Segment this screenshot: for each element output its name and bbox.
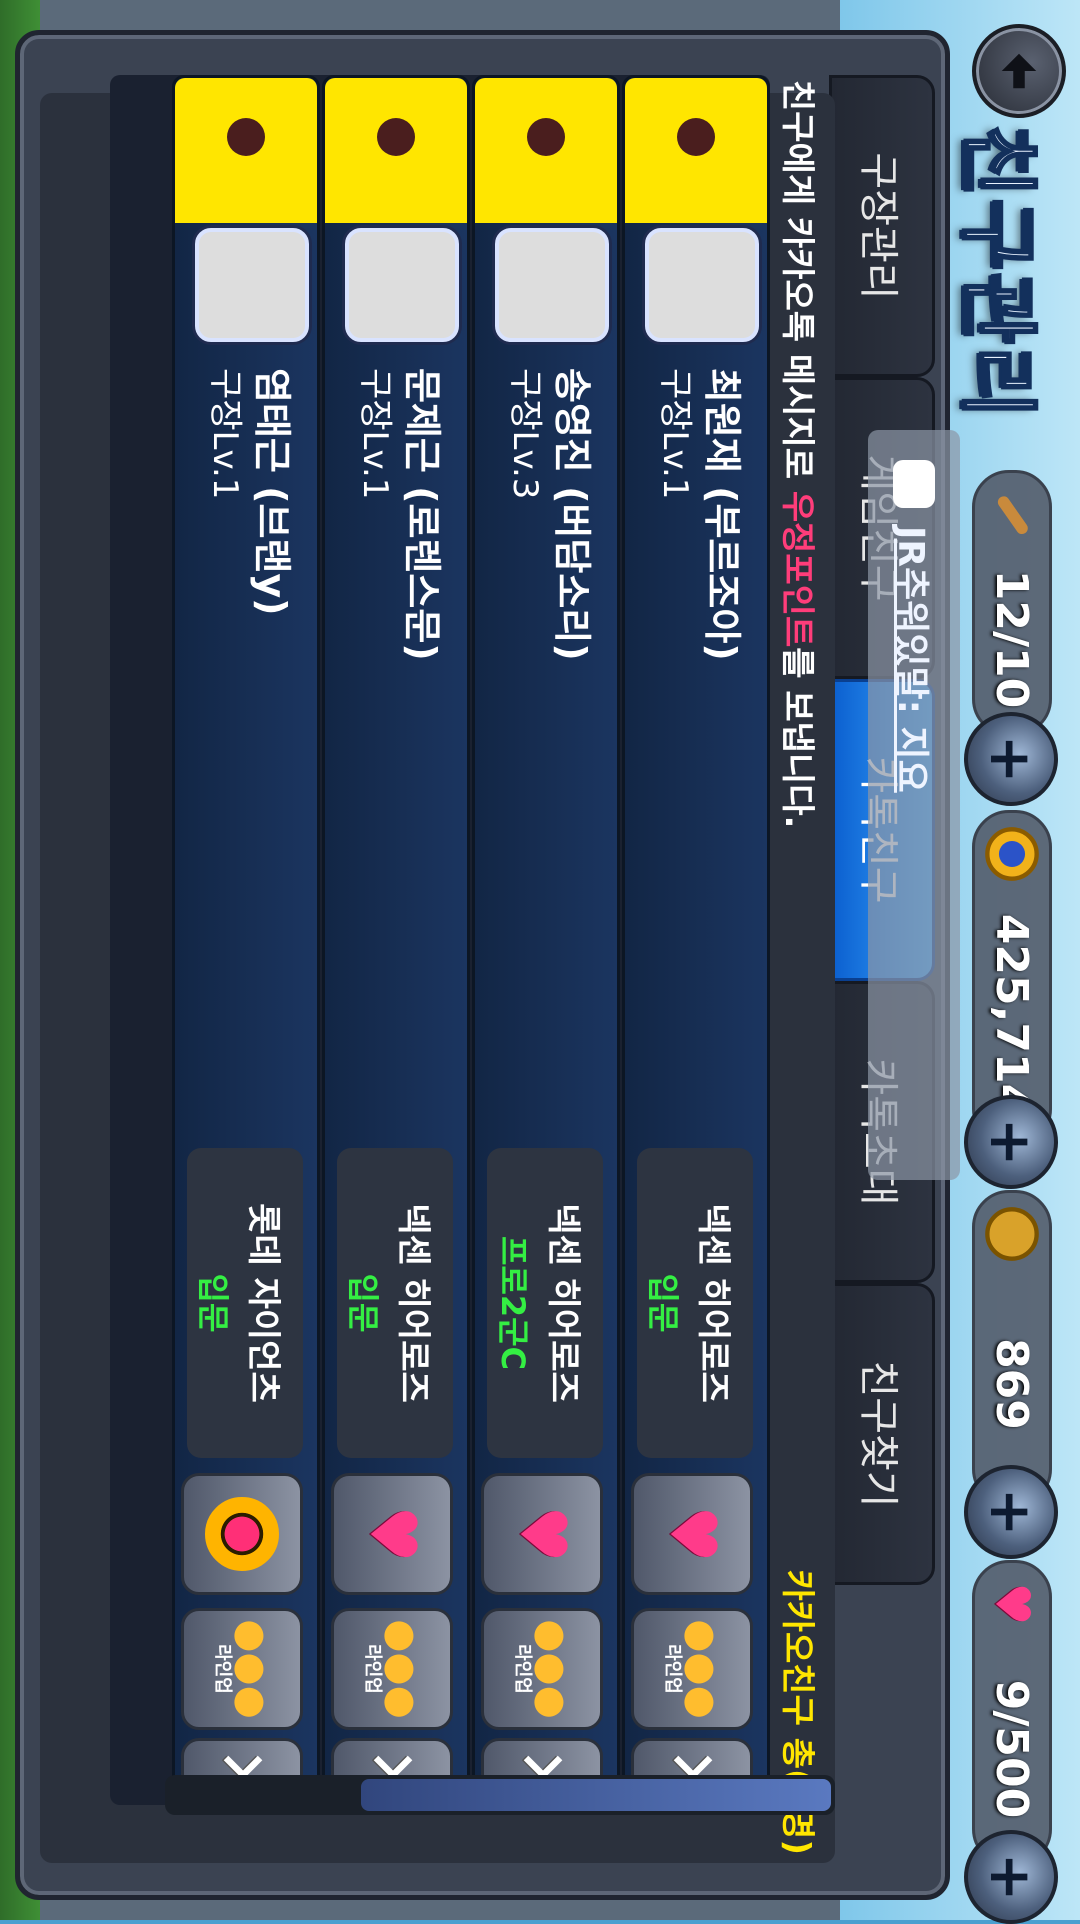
friend-level: 구장Lv.3 — [505, 368, 545, 500]
send-heart-button[interactable]: ♥ — [481, 1473, 603, 1595]
landscape-stage: 친구관리 12/10 + 425,714 + 869 + ♥ 9/500 + 구… — [0, 0, 1080, 1924]
friend-list[interactable]: 최원재 (부르조아) 구장Lv.1 넥센 히어로즈 입문 ♥ ●●●라인업 ✕ … — [110, 75, 770, 1805]
avatar — [345, 228, 459, 342]
page-title: 친구관리 — [951, 124, 1044, 422]
chat-toast[interactable]: JR추워있말: 지요 — [868, 430, 960, 1180]
target-icon — [205, 1497, 279, 1571]
friend-name: 문제근 (로렌스문) — [400, 368, 444, 661]
friend-level: 구장Lv.1 — [655, 368, 695, 500]
people-icon: ●●● — [230, 1619, 275, 1719]
add-gold-button[interactable]: + — [964, 1095, 1058, 1189]
team-name: 넥센 히어로즈 — [393, 1203, 433, 1403]
team-info: 넥센 히어로즈 입문 — [637, 1148, 753, 1458]
team-info: 롯데 자이언츠 입문 — [187, 1148, 303, 1458]
baseball-resource: 869 — [972, 1190, 1052, 1506]
send-heart-button[interactable]: ♥ — [631, 1473, 753, 1595]
back-button[interactable] — [972, 24, 1066, 118]
lineup-button[interactable]: ●●● 라인업 — [481, 1608, 603, 1730]
baseball-icon — [981, 1203, 1043, 1265]
friend-panel: 구장관리 게임친구 카톡친구 카톡초대 친구찾기 친구에게 카카오톡 메시지로 … — [15, 30, 950, 1900]
lineup-button[interactable]: ●●● 라인업 — [181, 1608, 303, 1730]
bat-count: 12/10 — [986, 569, 1038, 709]
friend-row: 최원재 (부르조아) 구장Lv.1 넥센 히어로즈 입문 ♥ ●●●라인업 ✕ — [622, 75, 770, 1805]
list-scrollbar[interactable] — [165, 1775, 835, 1815]
friend-tag — [325, 78, 467, 223]
avatar — [195, 228, 309, 342]
friend-level: 구장Lv.1 — [355, 368, 395, 500]
send-heart-button[interactable]: ♥ — [331, 1473, 453, 1595]
add-heart-button[interactable]: + — [964, 1830, 1058, 1924]
team-info: 넥센 히어로즈 프로2군C — [487, 1148, 603, 1458]
heart-resource: ♥ 9/500 — [972, 1560, 1052, 1866]
notice-pre: 친구에게 카카오톡 메시지로 — [777, 80, 817, 491]
bell-icon — [677, 118, 715, 156]
bat-resource: 12/10 — [972, 470, 1052, 736]
chat-bubble-icon — [893, 460, 935, 508]
heart-icon: ♥ — [655, 1505, 729, 1563]
notice-text: 친구에게 카카오톡 메시지로 우정포인트를 보냅니다. — [776, 80, 825, 828]
bell-icon — [377, 118, 415, 156]
lineup-label: 라인업 — [212, 1644, 234, 1694]
friend-name: 송영진 (버담소리) — [550, 368, 594, 661]
gold-coin-icon — [981, 823, 1043, 885]
team-info: 넥센 히어로즈 입문 — [337, 1148, 453, 1458]
people-icon: ●●● — [530, 1619, 575, 1719]
heart-icon: ♥ — [355, 1505, 429, 1563]
avatar — [645, 228, 759, 342]
bat-icon — [981, 483, 1043, 545]
bell-icon — [227, 118, 265, 156]
heart-count: 9/500 — [986, 1679, 1038, 1819]
back-arrow-icon — [1001, 53, 1037, 89]
friend-name: 최원재 (부르조아) — [700, 368, 744, 661]
friend-tag — [175, 78, 317, 223]
avatar — [495, 228, 609, 342]
notice-post: 를 보냅니다. — [777, 647, 817, 829]
friend-row: 문제근 (로렌스문) 구장Lv.1 넥센 히어로즈 입문 ♥ ●●●라인업 ✕ — [322, 75, 470, 1805]
friend-row: 염태근 (브랜y) 구장Lv.1 롯데 자이언츠 입문 ●●●라인업 ✕ — [172, 75, 320, 1805]
team-rank: 프로2군C — [494, 1235, 532, 1371]
people-icon: ●●● — [680, 1619, 725, 1719]
add-baseball-button[interactable]: + — [964, 1465, 1058, 1559]
lineup-button[interactable]: ●●● 라인업 — [631, 1608, 753, 1730]
tab-find-friends[interactable]: 친구찾기 — [829, 1283, 935, 1585]
notice-highlight: 우정포인트 — [777, 490, 817, 648]
lineup-button[interactable]: ●●● 라인업 — [331, 1608, 453, 1730]
team-rank: 입문 — [194, 1273, 232, 1333]
friend-tag — [625, 78, 767, 223]
friend-tag — [475, 78, 617, 223]
team-rank: 입문 — [644, 1273, 682, 1333]
add-bat-button[interactable]: + — [964, 712, 1058, 806]
scrollbar-thumb[interactable] — [361, 1779, 831, 1811]
friend-row: 송영진 (버담소리) 구장Lv.3 넥센 히어로즈 프로2군C ♥ ●●● 라인업… — [472, 75, 620, 1805]
team-name: 넥센 히어로즈 — [543, 1203, 583, 1403]
people-icon: ●●● — [380, 1619, 425, 1719]
heart-icon: ♥ — [505, 1505, 579, 1563]
lineup-label: 라인업 — [662, 1644, 684, 1694]
team-name: 롯데 자이언츠 — [243, 1203, 283, 1403]
heart-icon: ♥ — [984, 1582, 1040, 1626]
bell-icon — [527, 118, 565, 156]
team-name: 넥센 히어로즈 — [693, 1203, 733, 1403]
friend-level: 구장Lv.1 — [205, 368, 245, 500]
team-rank: 입문 — [344, 1273, 382, 1333]
lineup-label: 라인업 — [362, 1644, 384, 1694]
tab-stadium[interactable]: 구장관리 — [829, 75, 935, 377]
friend-name: 염태근 (브랜y) — [250, 368, 294, 616]
lineup-label: 라인업 — [512, 1644, 534, 1694]
toast-text: JR추워있말: 지요 — [890, 526, 931, 793]
send-gift-button[interactable] — [181, 1473, 303, 1595]
